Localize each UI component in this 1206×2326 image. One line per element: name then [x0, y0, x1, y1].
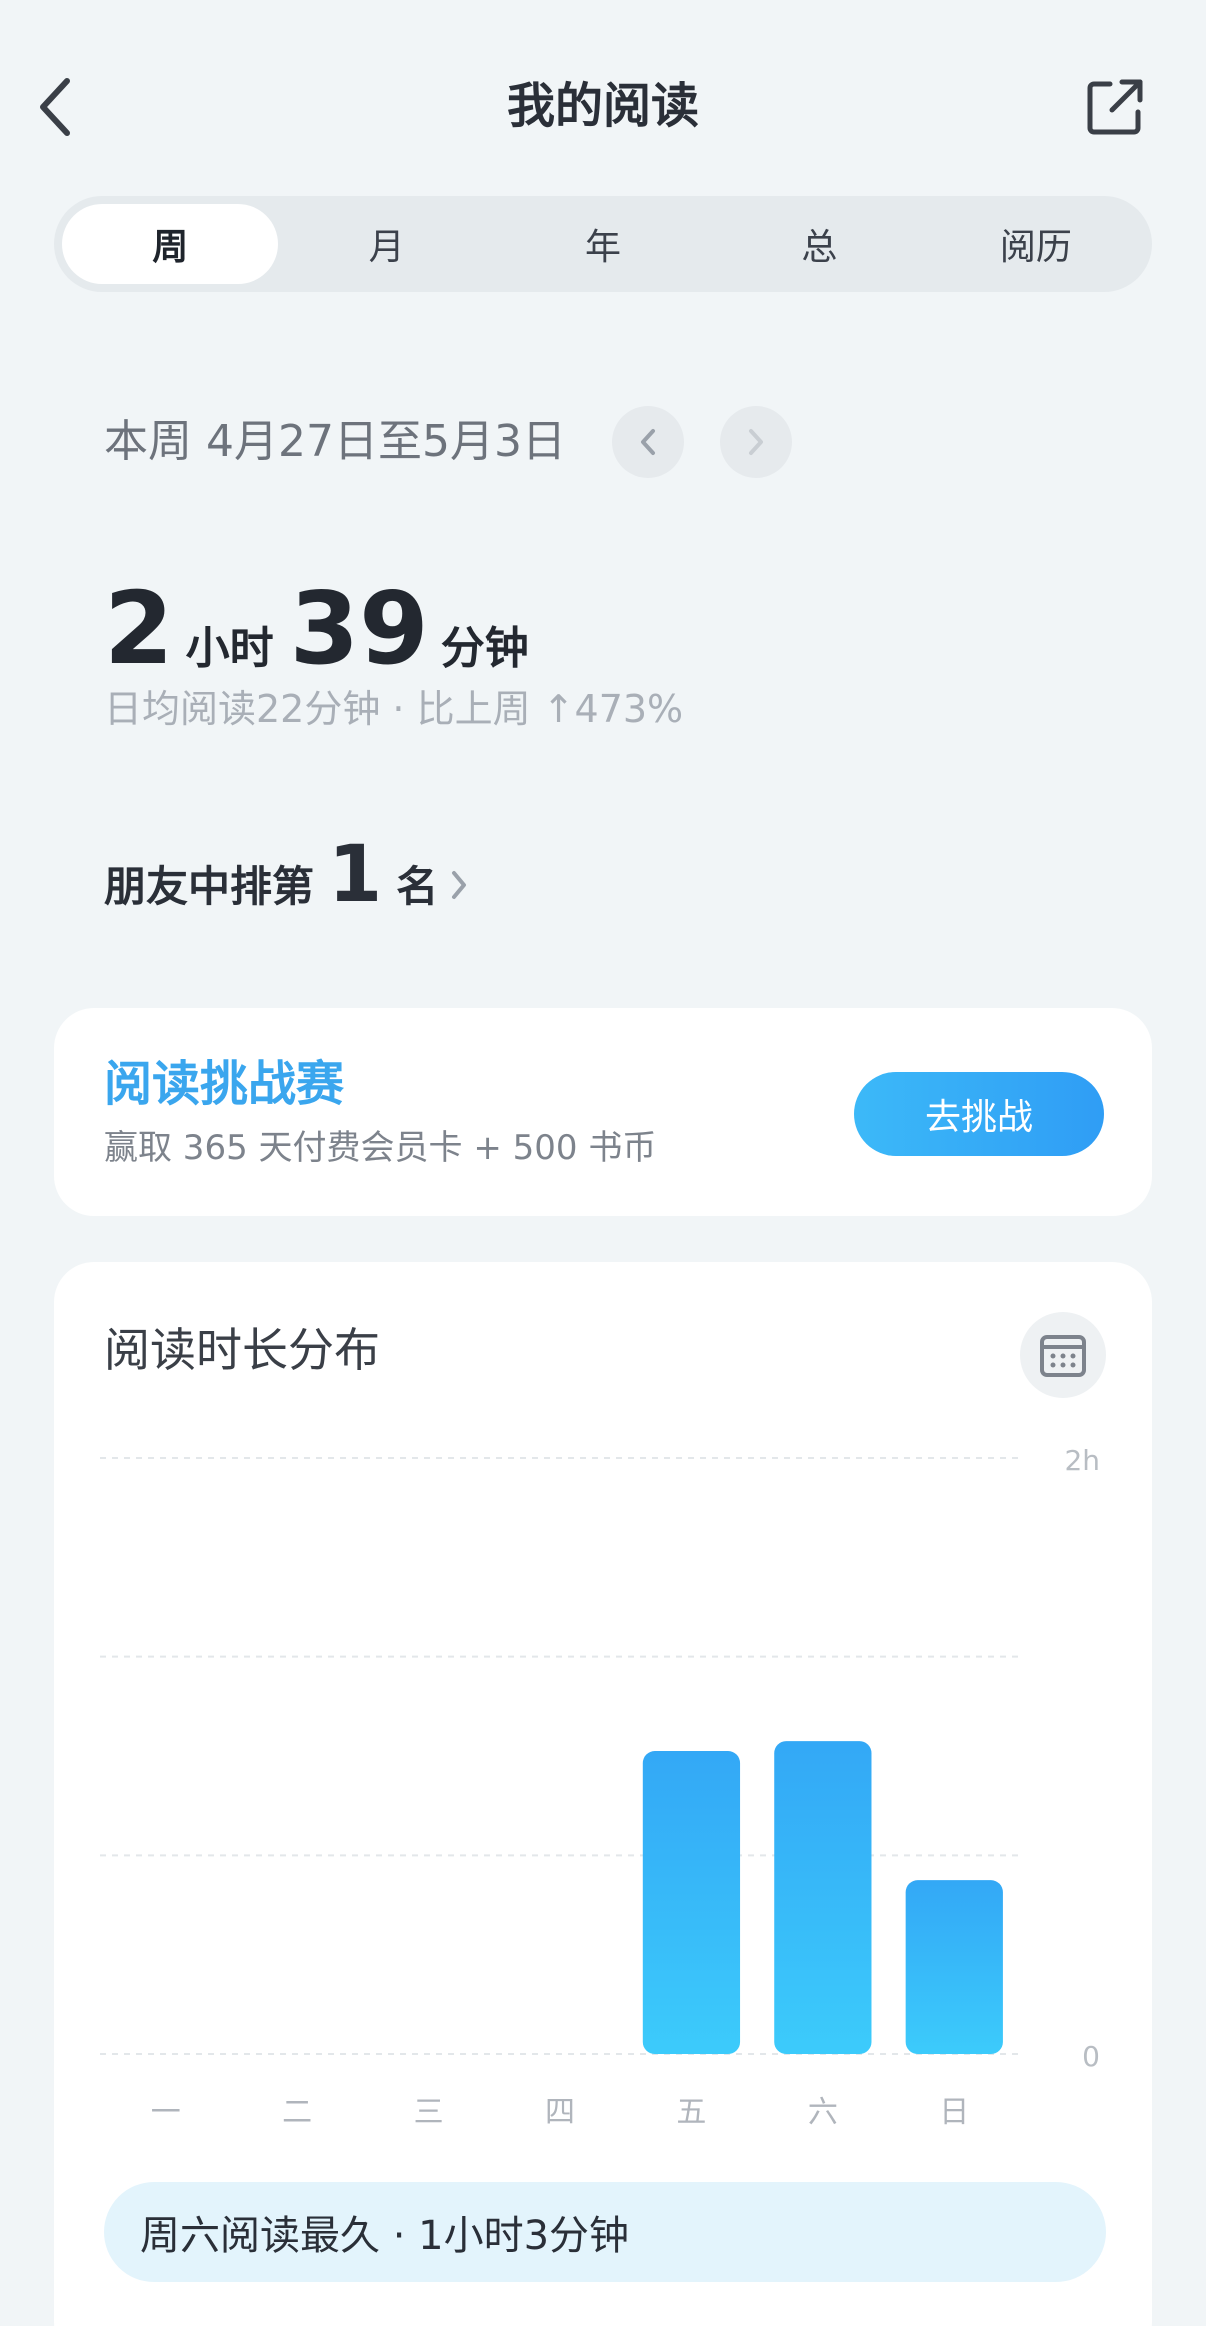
- chevron-left-icon: [641, 429, 655, 455]
- x-tick-label: 三: [414, 2095, 444, 2130]
- friend-rank-link[interactable]: 朋友中排第 1 名: [104, 830, 468, 920]
- chart-bar[interactable]: [905, 1880, 1003, 2054]
- challenge-subtitle: 赢取 365 天付费会员卡 + 500 书币: [104, 1128, 657, 1168]
- x-tick-label: 五: [676, 2095, 706, 2130]
- tab-month[interactable]: 月: [278, 204, 494, 284]
- x-tick-label: 六: [808, 2095, 838, 2130]
- chevron-right-icon: [749, 429, 763, 455]
- longest-reading-summary: 周六阅读最久 · 1小时3分钟: [104, 2182, 1106, 2282]
- chart-bar[interactable]: [642, 1751, 741, 2054]
- total-minutes: 39: [289, 570, 429, 687]
- tab-week[interactable]: 周: [62, 204, 279, 284]
- y-tick-label-min: 0: [1082, 2040, 1100, 2073]
- minutes-unit: 分钟: [440, 623, 529, 674]
- rank-suffix: 名: [396, 862, 439, 911]
- date-range-label: 本周 4月27日至5月3日: [104, 416, 566, 467]
- bar-chart: 2h 0 一 二 三 四 五 六 日: [100, 1444, 1100, 2130]
- rank-prefix: 朋友中排第: [104, 862, 315, 911]
- challenge-card: 阅读挑战赛 赢取 365 天付费会员卡 + 500 书币 去挑战: [54, 1008, 1152, 1216]
- share-button[interactable]: [1080, 72, 1150, 142]
- go-challenge-button[interactable]: 去挑战: [854, 1072, 1104, 1156]
- hours-unit: 小时: [185, 623, 274, 674]
- daily-average-text: 日均阅读22分钟 · 比上周 ↑473%: [104, 687, 684, 731]
- chevron-right-icon: [450, 865, 468, 911]
- total-reading-time: 2 小时 39 分钟: [104, 574, 545, 684]
- period-tabs: 周 月 年 总 阅历: [54, 196, 1152, 292]
- x-tick-label: 日: [939, 2095, 969, 2130]
- y-tick-label-max: 2h: [1064, 1444, 1100, 1477]
- reading-time-chart-card: 阅读时长分布 2h 0 一二三四五六日 周六阅读最久 · 1小时3分钟: [54, 1262, 1152, 2326]
- x-tick-label: 一: [151, 2095, 181, 2130]
- prev-week-button[interactable]: [612, 406, 684, 478]
- page-title: 我的阅读: [506, 78, 699, 134]
- tab-history[interactable]: 阅历: [928, 204, 1144, 284]
- rank-number: 1: [328, 830, 383, 920]
- chart-bar[interactable]: [774, 1741, 872, 2054]
- share-icon: [1087, 79, 1143, 135]
- x-tick-label: 二: [282, 2095, 312, 2130]
- x-tick-label: 四: [545, 2095, 575, 2130]
- tab-year[interactable]: 年: [495, 204, 711, 284]
- challenge-title: 阅读挑战赛: [104, 1056, 345, 1112]
- next-week-button[interactable]: [720, 406, 792, 478]
- total-hours: 2: [104, 570, 174, 687]
- tab-total[interactable]: 总: [711, 204, 927, 284]
